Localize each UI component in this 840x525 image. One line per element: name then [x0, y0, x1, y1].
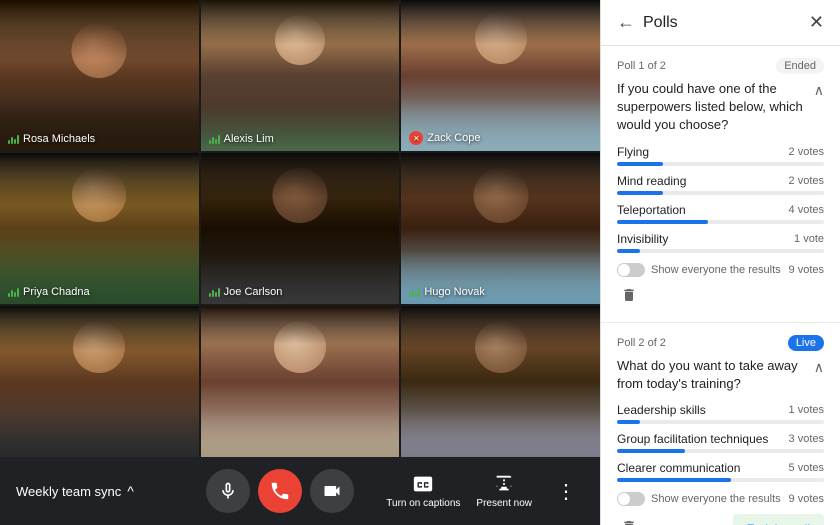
polls-panel: ← Polls ✕ Poll 1 of 2 Ended If you could…: [600, 0, 840, 525]
poll-2-option-communication-votes: 5 votes: [789, 462, 824, 474]
poll-2-option-facilitation: Group facilitation techniques 3 votes: [617, 432, 824, 453]
poll-1-option-flying-votes: 2 votes: [789, 146, 824, 158]
poll-2-section: Poll 2 of 2 Live What do you want to tak…: [601, 323, 840, 525]
poll-2-delete-button[interactable]: [617, 515, 641, 525]
poll-1-option-flying: Flying 2 votes: [617, 145, 824, 166]
poll-1-option-flying-label: Flying: [617, 145, 649, 159]
poll-1-meta: Poll 1 of 2 Ended: [617, 58, 824, 74]
poll-1-section: Poll 1 of 2 Ended If you could have one …: [601, 46, 840, 323]
captions-label: Turn on captions: [386, 498, 460, 509]
poll-1-show-results-label: Show everyone the results: [651, 264, 781, 276]
participant-cell-9: [401, 306, 600, 457]
poll-1-number: Poll 1 of 2: [617, 60, 666, 72]
poll-2-show-results: Show everyone the results: [617, 492, 781, 506]
more-options-button[interactable]: ⋮: [548, 471, 584, 512]
poll-2-footer: Show everyone the results 9 votes: [617, 492, 824, 506]
mic-muted-icon-3: ✕: [409, 131, 423, 145]
participant-label-2: Alexis Lim: [209, 133, 274, 145]
captions-button[interactable]: Turn on captions: [386, 473, 460, 509]
poll-1-option-mindreading-label: Mind reading: [617, 174, 686, 188]
poll-1-option-mind-reading: Mind reading 2 votes: [617, 174, 824, 195]
mic-active-icon-5: [209, 288, 220, 297]
poll-2-status: Live: [788, 335, 824, 351]
mic-active-icon-6: [409, 288, 420, 297]
poll-2-toggle[interactable]: [617, 492, 645, 506]
polls-title: Polls: [643, 14, 801, 32]
poll-1-show-results: Show everyone the results: [617, 263, 781, 277]
poll-2-total-votes: 9 votes: [789, 493, 824, 505]
video-grid: Rosa Michaels Alexis Lim: [0, 0, 600, 457]
poll-1-collapse-icon[interactable]: ∧: [814, 82, 824, 99]
present-button[interactable]: Present now: [476, 473, 532, 509]
participant-label-5: Joe Carlson: [209, 286, 283, 298]
poll-1-option-invisibility-votes: 1 vote: [794, 233, 824, 245]
poll-2-option-leadership: Leadership skills 1 votes: [617, 403, 824, 424]
poll-1-option-teleportation-label: Teleportation: [617, 203, 686, 217]
poll-2-option-communication-label: Clearer communication: [617, 461, 740, 475]
poll-2-option-leadership-label: Leadership skills: [617, 403, 706, 417]
participant-cell-6: Hugo Novak: [401, 153, 600, 304]
poll-1-question: If you could have one of the superpowers…: [617, 80, 808, 135]
camera-button[interactable]: [310, 469, 354, 513]
participant-cell-8: [201, 306, 400, 457]
poll-1-option-teleportation: Teleportation 4 votes: [617, 203, 824, 224]
mic-active-icon-2: [209, 135, 220, 144]
participant-cell-4: Priya Chadna: [0, 153, 199, 304]
participant-cell-3: ✕ Zack Cope: [401, 0, 600, 151]
participant-label-6: Hugo Novak: [409, 286, 485, 298]
toolbar-center: [176, 469, 384, 513]
meeting-title-area: Weekly team sync ^: [16, 483, 176, 499]
participant-cell-2: Alexis Lim: [201, 0, 400, 151]
participant-cell-5: Joe Carlson: [201, 153, 400, 304]
toolbar-right: Turn on captions Present now ⋮: [384, 471, 584, 512]
polls-header: ← Polls ✕: [601, 0, 840, 46]
poll-2-show-results-label: Show everyone the results: [651, 493, 781, 505]
mic-active-icon-1: [8, 135, 19, 144]
poll-1-status: Ended: [776, 58, 824, 74]
poll-1-delete-button[interactable]: [617, 283, 824, 310]
meeting-title: Weekly team sync: [16, 484, 121, 499]
participant-label-1: Rosa Michaels: [8, 133, 95, 145]
polls-close-button[interactable]: ✕: [809, 12, 824, 33]
toolbar: Weekly team sync ^: [0, 457, 600, 525]
participant-label-3: ✕ Zack Cope: [409, 131, 480, 145]
poll-2-option-communication: Clearer communication 5 votes: [617, 461, 824, 482]
poll-1-footer: Show everyone the results 9 votes: [617, 263, 824, 277]
end-poll-button[interactable]: End the poll: [733, 514, 824, 525]
polls-back-button[interactable]: ←: [617, 12, 635, 33]
chevron-up-icon[interactable]: ^: [127, 483, 134, 499]
poll-1-option-mindreading-votes: 2 votes: [789, 175, 824, 187]
mic-active-icon-4: [8, 288, 19, 297]
poll-2-option-facilitation-label: Group facilitation techniques: [617, 432, 768, 446]
mic-button[interactable]: [206, 469, 250, 513]
participant-cell-7: [0, 306, 199, 457]
poll-1-toggle[interactable]: [617, 263, 645, 277]
poll-2-collapse-icon[interactable]: ∧: [814, 359, 824, 376]
poll-2-question: What do you want to take away from today…: [617, 357, 808, 393]
video-area: Rosa Michaels Alexis Lim: [0, 0, 600, 525]
poll-2-option-facilitation-votes: 3 votes: [789, 433, 824, 445]
poll-2-meta: Poll 2 of 2 Live: [617, 335, 824, 351]
poll-2-option-leadership-votes: 1 votes: [789, 404, 824, 416]
poll-1-option-invisibility-label: Invisibility: [617, 232, 668, 246]
poll-1-total-votes: 9 votes: [789, 264, 824, 276]
poll-1-option-teleportation-votes: 4 votes: [789, 204, 824, 216]
poll-2-number: Poll 2 of 2: [617, 337, 666, 349]
poll-1-option-invisibility: Invisibility 1 vote: [617, 232, 824, 253]
present-label: Present now: [476, 498, 532, 509]
participant-cell-1: Rosa Michaels: [0, 0, 199, 151]
polls-body: Poll 1 of 2 Ended If you could have one …: [601, 46, 840, 525]
participant-label-4: Priya Chadna: [8, 286, 90, 298]
poll-2-actions-row: End the poll: [617, 514, 824, 525]
end-call-button[interactable]: [258, 469, 302, 513]
